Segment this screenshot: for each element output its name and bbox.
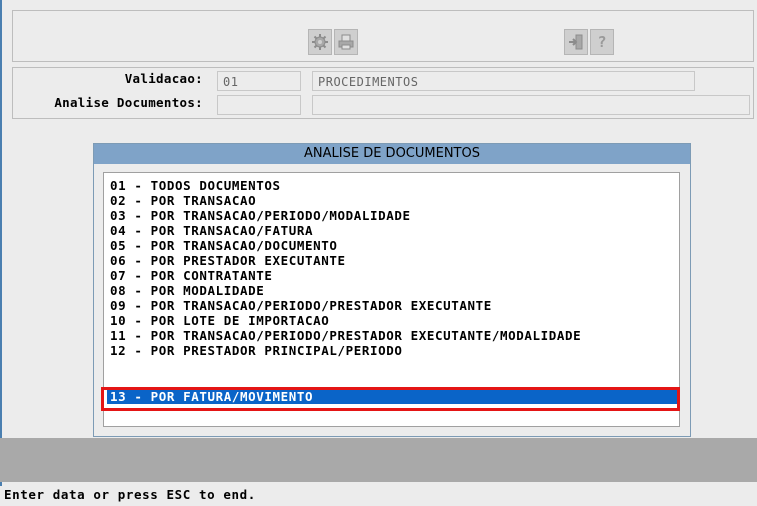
list-item[interactable]: 03 - POR TRANSACAO/PERIODO/MODALIDADE	[107, 208, 678, 223]
exit-door-icon[interactable]	[564, 29, 588, 55]
list-item[interactable]: 04 - POR TRANSACAO/FATURA	[107, 223, 678, 238]
help-question-icon[interactable]: ?	[590, 29, 614, 55]
dialog-title: ANALISE DE DOCUMENTOS	[94, 144, 690, 164]
window-left-border	[0, 0, 2, 486]
help-glyph: ?	[597, 33, 607, 51]
list-item[interactable]: 12 - POR PRESTADOR PRINCIPAL/PERIODO	[107, 343, 678, 358]
validacao-code-field[interactable]: 01	[217, 71, 301, 91]
list-item-selected[interactable]: 13 - POR FATURA/MOVIMENTO	[107, 389, 678, 404]
header-fields: Validacao: 01 PROCEDIMENTOS Analise Docu…	[12, 67, 754, 119]
validacao-desc-field: PROCEDIMENTOS	[312, 71, 695, 91]
list-item[interactable]: 08 - POR MODALIDADE	[107, 283, 678, 298]
print-icon[interactable]	[334, 29, 358, 55]
list-item[interactable]: 10 - POR LOTE DE IMPORTACAO	[107, 313, 678, 328]
list-item[interactable]: 02 - POR TRANSACAO	[107, 193, 678, 208]
options-list[interactable]: 01 - TODOS DOCUMENTOS 02 - POR TRANSACAO…	[103, 172, 680, 427]
status-message: Enter data or press ESC to end.	[4, 487, 256, 502]
validacao-label: Validacao:	[124, 71, 203, 86]
analise-label: Analise Documentos:	[54, 95, 203, 110]
settings-gear-icon[interactable]	[308, 29, 332, 55]
analise-desc-field	[312, 95, 750, 115]
list-item[interactable]: 09 - POR TRANSACAO/PERIODO/PRESTADOR EXE…	[107, 298, 678, 313]
list-item[interactable]: 01 - TODOS DOCUMENTOS	[107, 178, 678, 193]
message-area	[0, 438, 757, 482]
list-item[interactable]: 07 - POR CONTRATANTE	[107, 268, 678, 283]
list-item[interactable]: 05 - POR TRANSACAO/DOCUMENTO	[107, 238, 678, 253]
analise-code-field[interactable]	[217, 95, 301, 115]
list-item[interactable]: 11 - POR TRANSACAO/PERIODO/PRESTADOR EXE…	[107, 328, 678, 343]
list-item[interactable]: 06 - POR PRESTADOR EXECUTANTE	[107, 253, 678, 268]
toolbar: ?	[12, 10, 754, 62]
analise-dialog: ANALISE DE DOCUMENTOS 01 - TODOS DOCUMEN…	[93, 143, 691, 437]
